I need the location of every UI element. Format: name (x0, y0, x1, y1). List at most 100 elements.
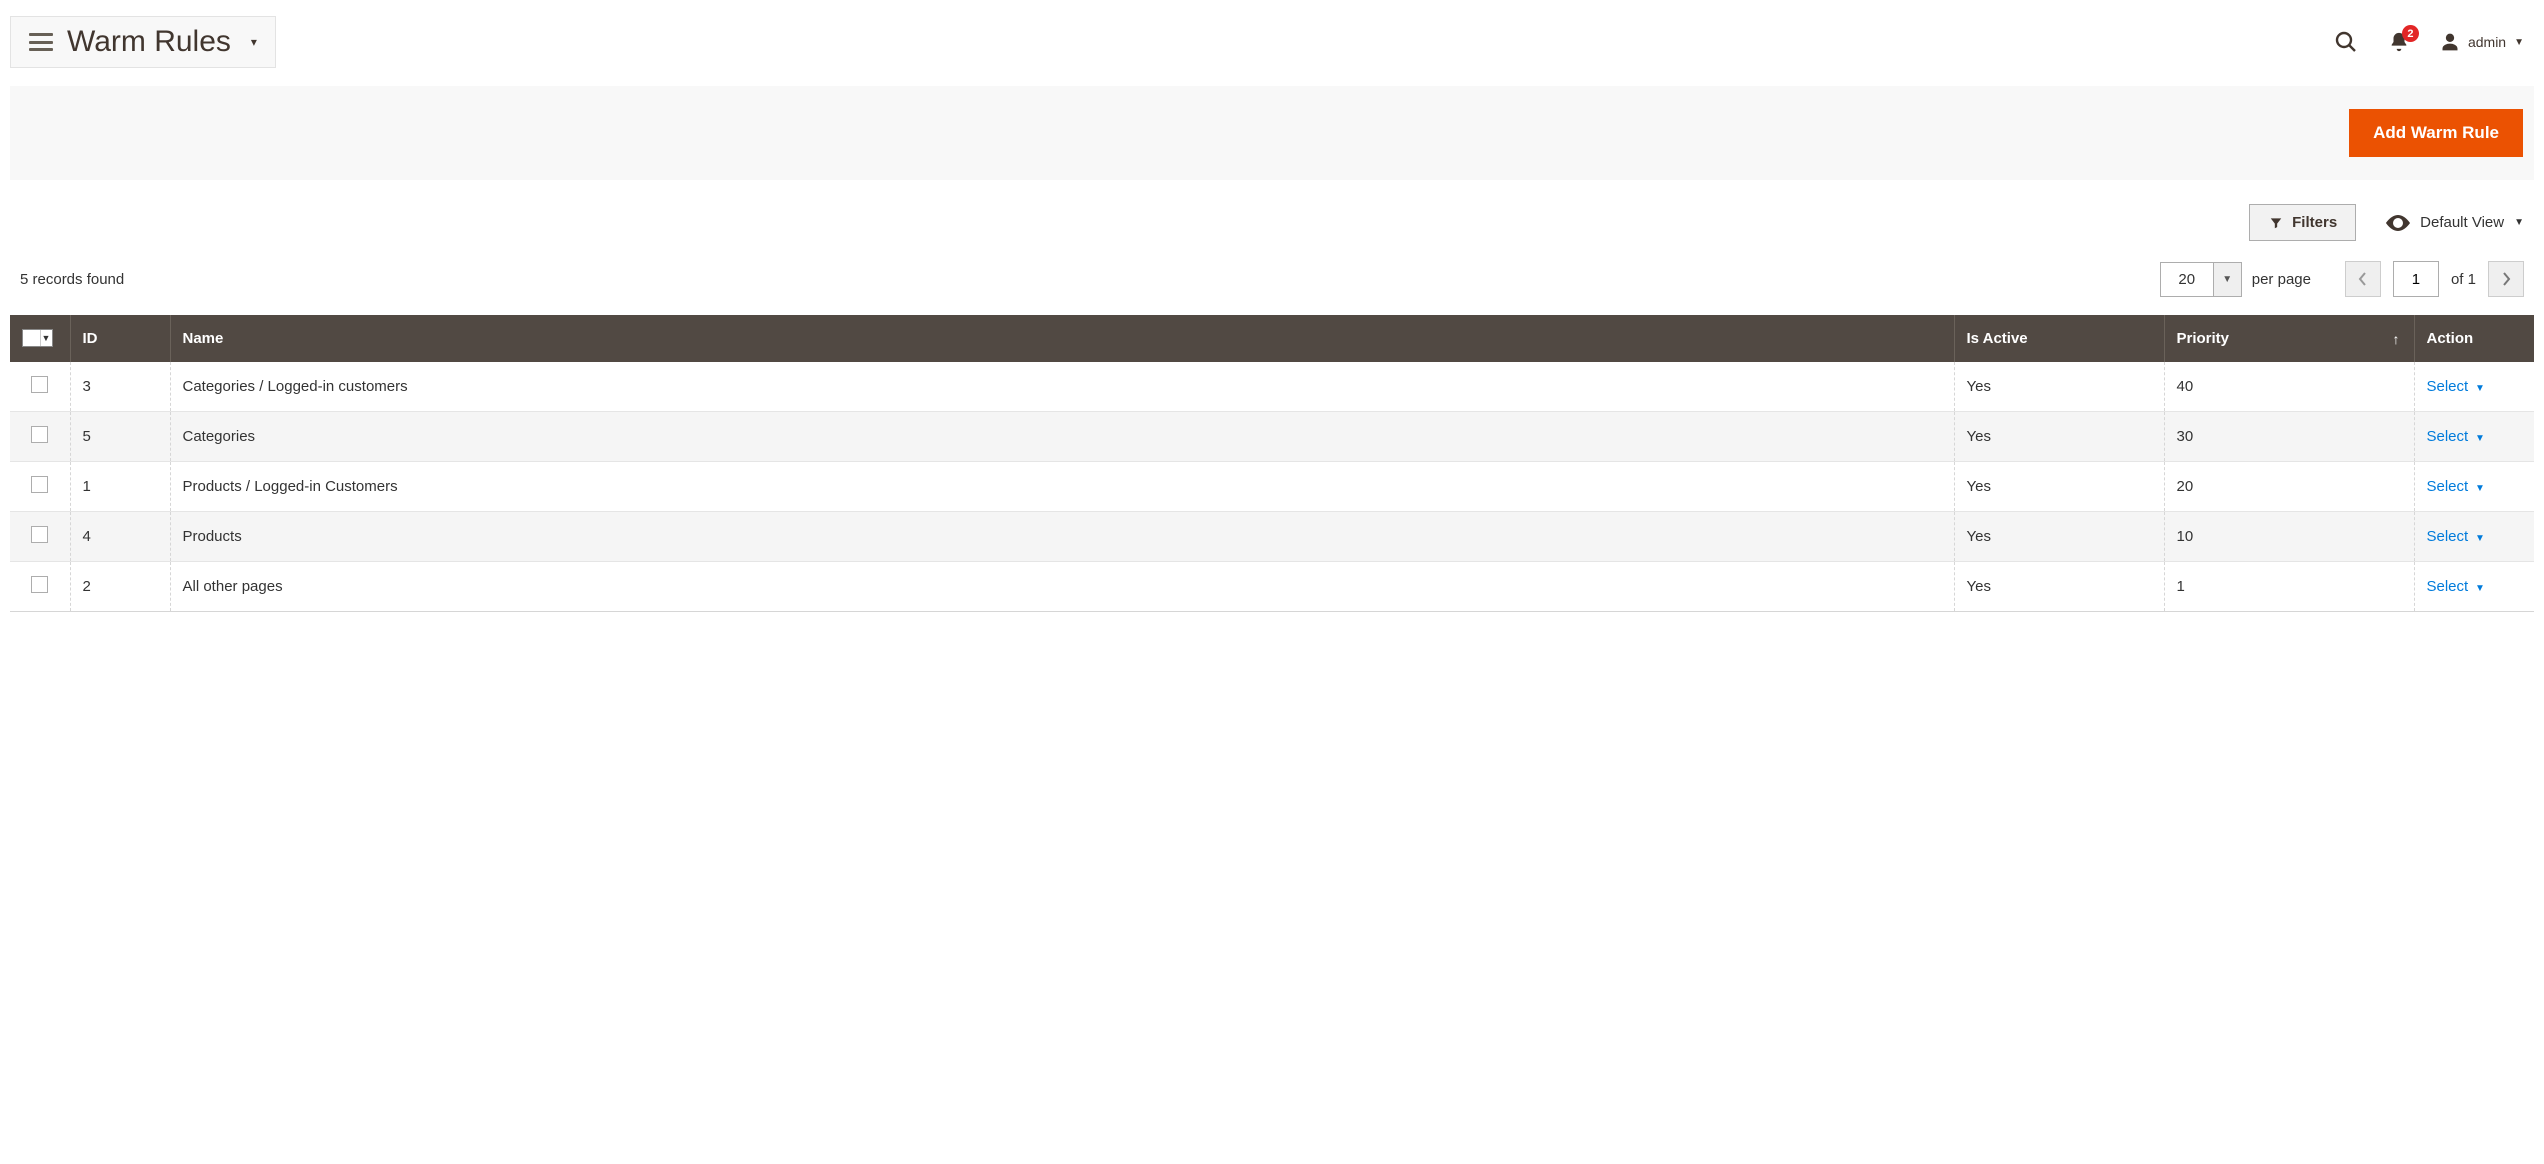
header-actions: 2 admin ▼ (2334, 30, 2534, 54)
page-title-dropdown[interactable]: Warm Rules ▾ (10, 16, 276, 68)
caret-down-icon: ▾ (251, 35, 257, 49)
page-input[interactable] (2393, 261, 2439, 297)
chevron-right-icon (2501, 272, 2511, 286)
cell-is-active: Yes (1954, 462, 2164, 512)
next-page-button[interactable] (2488, 261, 2524, 297)
search-icon (2334, 30, 2358, 54)
user-menu[interactable]: admin ▼ (2440, 32, 2524, 52)
search-button[interactable] (2334, 30, 2358, 54)
user-label: admin (2468, 34, 2506, 50)
records-found-label: 5 records found (20, 271, 124, 288)
cell-priority: 20 (2164, 462, 2414, 512)
row-action-select[interactable]: Select ▼ (2427, 478, 2485, 495)
pager: of 1 (2345, 261, 2524, 297)
cell-checkbox (10, 512, 70, 562)
caret-down-icon: ▼ (2472, 483, 2485, 494)
row-checkbox[interactable] (31, 576, 48, 593)
prev-page-button[interactable] (2345, 261, 2381, 297)
table-row[interactable]: 3 Categories / Logged-in customers Yes 4… (10, 362, 2534, 412)
action-bar: Add Warm Rule (10, 86, 2534, 180)
page-total-label: of 1 (2451, 271, 2476, 288)
hamburger-icon (29, 33, 53, 51)
cell-name: Products (170, 512, 1954, 562)
cell-is-active: Yes (1954, 412, 2164, 462)
cell-priority: 1 (2164, 562, 2414, 612)
cell-is-active: Yes (1954, 562, 2164, 612)
caret-down-icon: ▼ (2472, 383, 2485, 394)
row-action-select[interactable]: Select ▼ (2427, 428, 2485, 445)
table-row[interactable]: 4 Products Yes 10 Select ▼ (10, 512, 2534, 562)
cell-name: Categories (170, 412, 1954, 462)
select-all-checkbox[interactable]: ▼ (22, 329, 53, 347)
cell-priority: 10 (2164, 512, 2414, 562)
cell-id: 4 (70, 512, 170, 562)
cell-checkbox (10, 412, 70, 462)
cell-id: 1 (70, 462, 170, 512)
cell-name: All other pages (170, 562, 1954, 612)
cell-action: Select ▼ (2414, 412, 2534, 462)
grid-toolbar-bottom: 5 records found 20 ▼ per page of 1 (10, 251, 2534, 315)
header: Warm Rules ▾ 2 admin ▼ (10, 10, 2534, 86)
caret-down-icon: ▼ (2213, 263, 2241, 296)
caret-down-icon: ▼ (2514, 37, 2524, 48)
cell-id: 5 (70, 412, 170, 462)
cell-priority: 30 (2164, 412, 2414, 462)
cell-checkbox (10, 462, 70, 512)
view-selector[interactable]: Default View ▼ (2386, 214, 2524, 231)
per-page-value: 20 (2161, 263, 2213, 296)
pagination-block: 20 ▼ per page of 1 (2160, 261, 2524, 297)
filters-label: Filters (2292, 214, 2337, 231)
caret-down-icon: ▼ (2514, 217, 2524, 228)
cell-checkbox (10, 362, 70, 412)
table-row[interactable]: 1 Products / Logged-in Customers Yes 20 … (10, 462, 2534, 512)
row-action-select[interactable]: Select ▼ (2427, 378, 2485, 395)
cell-is-active: Yes (1954, 362, 2164, 412)
caret-down-icon: ▼ (2472, 433, 2485, 444)
notification-badge: 2 (2402, 25, 2419, 42)
cell-action: Select ▼ (2414, 562, 2534, 612)
chevron-left-icon (2358, 272, 2368, 286)
cell-action: Select ▼ (2414, 512, 2534, 562)
notifications-button[interactable]: 2 (2388, 31, 2410, 53)
table-row[interactable]: 5 Categories Yes 30 Select ▼ (10, 412, 2534, 462)
caret-down-icon: ▼ (2472, 533, 2485, 544)
column-id[interactable]: ID (70, 315, 170, 362)
cell-action: Select ▼ (2414, 462, 2534, 512)
cell-priority: 40 (2164, 362, 2414, 412)
column-checkbox: ▼ (10, 315, 70, 362)
column-name[interactable]: Name (170, 315, 1954, 362)
table-row[interactable]: 2 All other pages Yes 1 Select ▼ (10, 562, 2534, 612)
view-label: Default View (2420, 214, 2504, 231)
caret-down-icon: ▼ (40, 330, 51, 346)
user-icon (2440, 32, 2460, 52)
row-checkbox[interactable] (31, 526, 48, 543)
row-action-select[interactable]: Select ▼ (2427, 578, 2485, 595)
row-action-select[interactable]: Select ▼ (2427, 528, 2485, 545)
cell-action: Select ▼ (2414, 362, 2534, 412)
cell-is-active: Yes (1954, 512, 2164, 562)
cell-checkbox (10, 562, 70, 612)
row-checkbox[interactable] (31, 376, 48, 393)
per-page-select[interactable]: 20 ▼ (2160, 262, 2242, 297)
column-action: Action (2414, 315, 2534, 362)
cell-name: Categories / Logged-in customers (170, 362, 1954, 412)
column-priority-label: Priority (2177, 330, 2230, 347)
grid-toolbar-top: Filters Default View ▼ (10, 192, 2534, 251)
page-title: Warm Rules (67, 25, 231, 59)
add-warm-rule-button[interactable]: Add Warm Rule (2349, 109, 2523, 157)
column-priority[interactable]: Priority ↑ (2164, 315, 2414, 362)
column-is-active[interactable]: Is Active (1954, 315, 2164, 362)
cell-id: 2 (70, 562, 170, 612)
rules-grid: ▼ ID Name Is Active Priority ↑ Action 3 … (10, 315, 2534, 612)
row-checkbox[interactable] (31, 476, 48, 493)
funnel-icon (2268, 216, 2284, 230)
row-checkbox[interactable] (31, 426, 48, 443)
cell-id: 3 (70, 362, 170, 412)
per-page-label: per page (2252, 271, 2311, 288)
grid-body: 3 Categories / Logged-in customers Yes 4… (10, 362, 2534, 612)
filters-button[interactable]: Filters (2249, 204, 2356, 241)
cell-name: Products / Logged-in Customers (170, 462, 1954, 512)
per-page-control: 20 ▼ per page (2160, 262, 2311, 297)
caret-down-icon: ▼ (2472, 583, 2485, 594)
sort-asc-icon: ↑ (2393, 331, 2400, 347)
